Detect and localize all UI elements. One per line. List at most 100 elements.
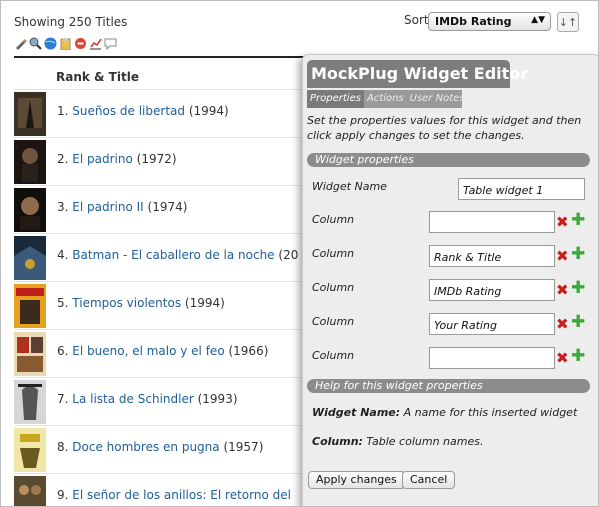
rank-number: 2.	[57, 152, 69, 166]
sort-direction-icon[interactable]: ↓↑	[557, 12, 579, 32]
row-text: 9. El señor de los anillos: El retorno d…	[57, 488, 291, 502]
tab-user-notes[interactable]: User Notes	[407, 90, 468, 108]
tab-actions[interactable]: Actions	[364, 90, 407, 108]
poster-image[interactable]	[14, 236, 46, 280]
year: (1974)	[147, 200, 188, 214]
chart-icon[interactable]	[89, 37, 102, 50]
rank-number: 6.	[57, 344, 69, 358]
title-link[interactable]: El bueno, el malo y el feo	[72, 344, 224, 358]
widget-name-label: Widget Name	[312, 180, 387, 193]
cancel-button[interactable]: Cancel	[402, 471, 456, 489]
column-label: Column	[312, 315, 355, 328]
table-row: 9. El señor de los anillos: El retorno d…	[14, 473, 304, 507]
row-text: 5. Tiempos violentos (1994)	[57, 296, 225, 310]
title-link[interactable]: Sueños de libertad	[72, 104, 185, 118]
title-link[interactable]: La lista de Schindler	[72, 392, 194, 406]
column-label: Column	[312, 213, 355, 226]
rank-number: 9.	[57, 488, 69, 502]
year: (1994)	[188, 104, 229, 118]
poster-image[interactable]	[14, 140, 46, 184]
column-field[interactable]	[429, 211, 555, 233]
widget-editor-panel: MockPlug Widget Editor Properties Action…	[302, 54, 598, 506]
poster-image[interactable]	[14, 92, 46, 136]
section-widget-properties: Widget properties	[307, 153, 590, 167]
editor-title[interactable]: MockPlug Widget Editor	[307, 60, 528, 88]
row-text: 4. Batman - El caballero de la noche (20	[57, 248, 298, 262]
row-text: 3. El padrino II (1974)	[57, 200, 187, 214]
poster-image[interactable]	[14, 188, 46, 232]
help-widget-name: Widget Name: A name for this inserted wi…	[312, 406, 577, 419]
delete-column-icon[interactable]: ✖	[556, 349, 569, 367]
column-field[interactable]	[429, 347, 555, 369]
title-link[interactable]: El señor de los anillos: El retorno del	[72, 488, 291, 502]
help-column: Column: Table column names.	[312, 435, 483, 448]
help-term: Column:	[312, 435, 363, 448]
poster-image[interactable]	[14, 428, 46, 472]
poster-image[interactable]	[14, 284, 46, 328]
title-link[interactable]: El padrino	[72, 152, 133, 166]
column-label: Column	[312, 349, 355, 362]
table-row: 6. El bueno, el malo y el feo (1966)	[14, 329, 304, 378]
column-header-rank-title[interactable]: Rank & Title	[56, 70, 139, 84]
zoom-icon[interactable]	[29, 37, 42, 50]
toolbar	[14, 36, 117, 50]
help-text: Table column names.	[362, 435, 484, 448]
add-column-icon[interactable]: ✚	[571, 312, 585, 332]
delete-column-icon[interactable]: ✖	[556, 281, 569, 299]
row-text: 6. El bueno, el malo y el feo (1966)	[57, 344, 268, 358]
poster-image[interactable]	[14, 332, 46, 376]
rank-number: 5.	[57, 296, 69, 310]
rank-number: 3.	[57, 200, 69, 214]
table-row: 5. Tiempos violentos (1994)	[14, 281, 304, 330]
table-row: 4. Batman - El caballero de la noche (20	[14, 233, 304, 282]
help-text: A name for this inserted widget	[400, 406, 578, 419]
title-link[interactable]: Tiempos violentos	[72, 296, 181, 310]
tab-properties[interactable]: Properties	[307, 90, 364, 108]
delete-column-icon[interactable]: ✖	[556, 213, 569, 231]
rank-number: 1.	[57, 104, 69, 118]
stop-icon[interactable]	[74, 37, 87, 50]
clipboard-icon[interactable]	[59, 37, 72, 50]
poster-image[interactable]	[14, 476, 46, 507]
year: (1957)	[223, 440, 264, 454]
title-link[interactable]: El padrino II	[72, 200, 143, 214]
column-label: Column	[312, 247, 355, 260]
title-link[interactable]: Doce hombres en pugna	[72, 440, 219, 454]
column-field[interactable]: Rank & Title	[429, 245, 555, 267]
add-column-icon[interactable]: ✚	[571, 346, 585, 366]
pencil-icon[interactable]	[14, 37, 27, 50]
row-text: 7. La lista de Schindler (1993)	[57, 392, 238, 406]
table-row: 2. El padrino (1972)	[14, 137, 304, 186]
column-field[interactable]: Your Rating	[429, 313, 555, 335]
row-text: 2. El padrino (1972)	[57, 152, 177, 166]
poster-image[interactable]	[14, 380, 46, 424]
apply-changes-button[interactable]: Apply changes	[308, 471, 405, 489]
sort-select-value: IMDb Rating	[435, 15, 512, 28]
sort-select[interactable]: IMDb Rating ▲▼	[428, 12, 551, 31]
section-help: Help for this widget properties	[307, 379, 590, 393]
title-link[interactable]: Batman - El caballero de la noche	[72, 248, 274, 262]
comment-icon[interactable]	[104, 37, 117, 50]
add-column-icon[interactable]: ✚	[571, 210, 585, 230]
column-label: Column	[312, 281, 355, 294]
column-field[interactable]: IMDb Rating	[429, 279, 555, 301]
app-window: Showing 250 Titles Sort by: IMDb Rating …	[0, 0, 599, 507]
row-text: 8. Doce hombres en pugna (1957)	[57, 440, 263, 454]
add-column-icon[interactable]: ✚	[571, 244, 585, 264]
delete-column-icon[interactable]: ✖	[556, 247, 569, 265]
widget-name-field[interactable]: Table widget 1	[458, 178, 585, 200]
table-row: 7. La lista de Schindler (1993)	[14, 377, 304, 426]
add-column-icon[interactable]: ✚	[571, 278, 585, 298]
editor-intro: Set the properties values for this widge…	[307, 114, 582, 142]
table-row: 8. Doce hombres en pugna (1957)	[14, 425, 304, 474]
year: (20	[278, 248, 299, 262]
rank-number: 8.	[57, 440, 69, 454]
year: (1994)	[184, 296, 225, 310]
table-row: 1. Sueños de libertad (1994)	[14, 89, 304, 138]
year: (1972)	[136, 152, 177, 166]
titles-count: Showing 250 Titles	[14, 15, 128, 29]
delete-column-icon[interactable]: ✖	[556, 315, 569, 333]
help-term: Widget Name:	[312, 406, 401, 419]
globe-icon[interactable]	[44, 37, 57, 50]
row-text: 1. Sueños de libertad (1994)	[57, 104, 229, 118]
